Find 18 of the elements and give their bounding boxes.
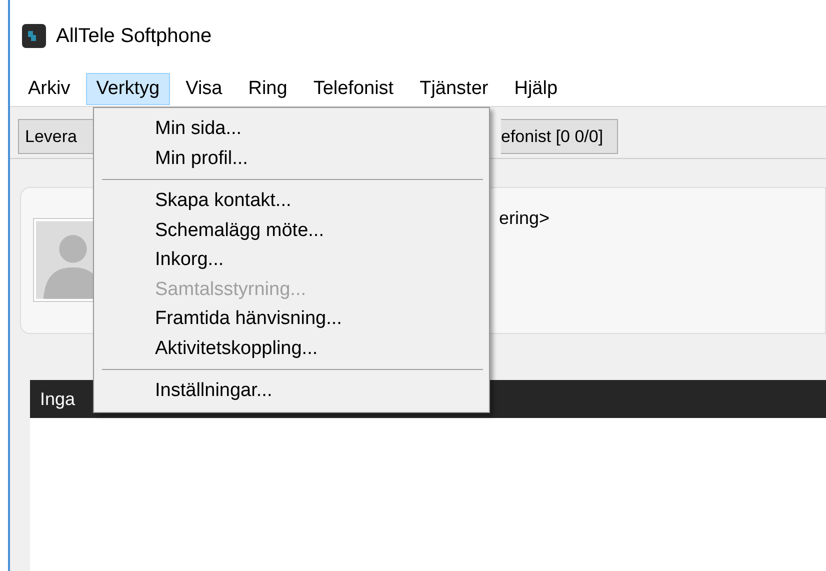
app-logo-icon <box>22 24 46 48</box>
menu-option[interactable]: Skapa kontakt... <box>94 186 489 216</box>
window-title: AllTele Softphone <box>56 24 212 48</box>
menu-option[interactable]: Aktivitetskoppling... <box>94 334 489 363</box>
menu-item[interactable]: Arkiv <box>18 73 80 105</box>
menu-item[interactable]: Verktyg <box>86 73 170 105</box>
menu-item[interactable]: Hjälp <box>504 73 568 105</box>
menu-item[interactable]: Tjänster <box>410 73 498 105</box>
menu-option[interactable]: Schemalägg möte... <box>94 216 489 245</box>
menu-option[interactable]: Inkorg... <box>94 245 489 274</box>
list-header-text: Inga <box>40 388 76 410</box>
menu-item[interactable]: Visa <box>176 73 232 105</box>
toolbar-button[interactable]: efonist [0 0/0] <box>501 119 618 154</box>
menu-item[interactable]: Telefonist <box>303 73 404 105</box>
status-text: ering> <box>499 208 550 229</box>
menu-item[interactable]: Ring <box>238 73 298 105</box>
menu-option[interactable]: Framtida hänvisning... <box>94 304 489 334</box>
menu-option[interactable]: Inställningar... <box>94 376 489 406</box>
